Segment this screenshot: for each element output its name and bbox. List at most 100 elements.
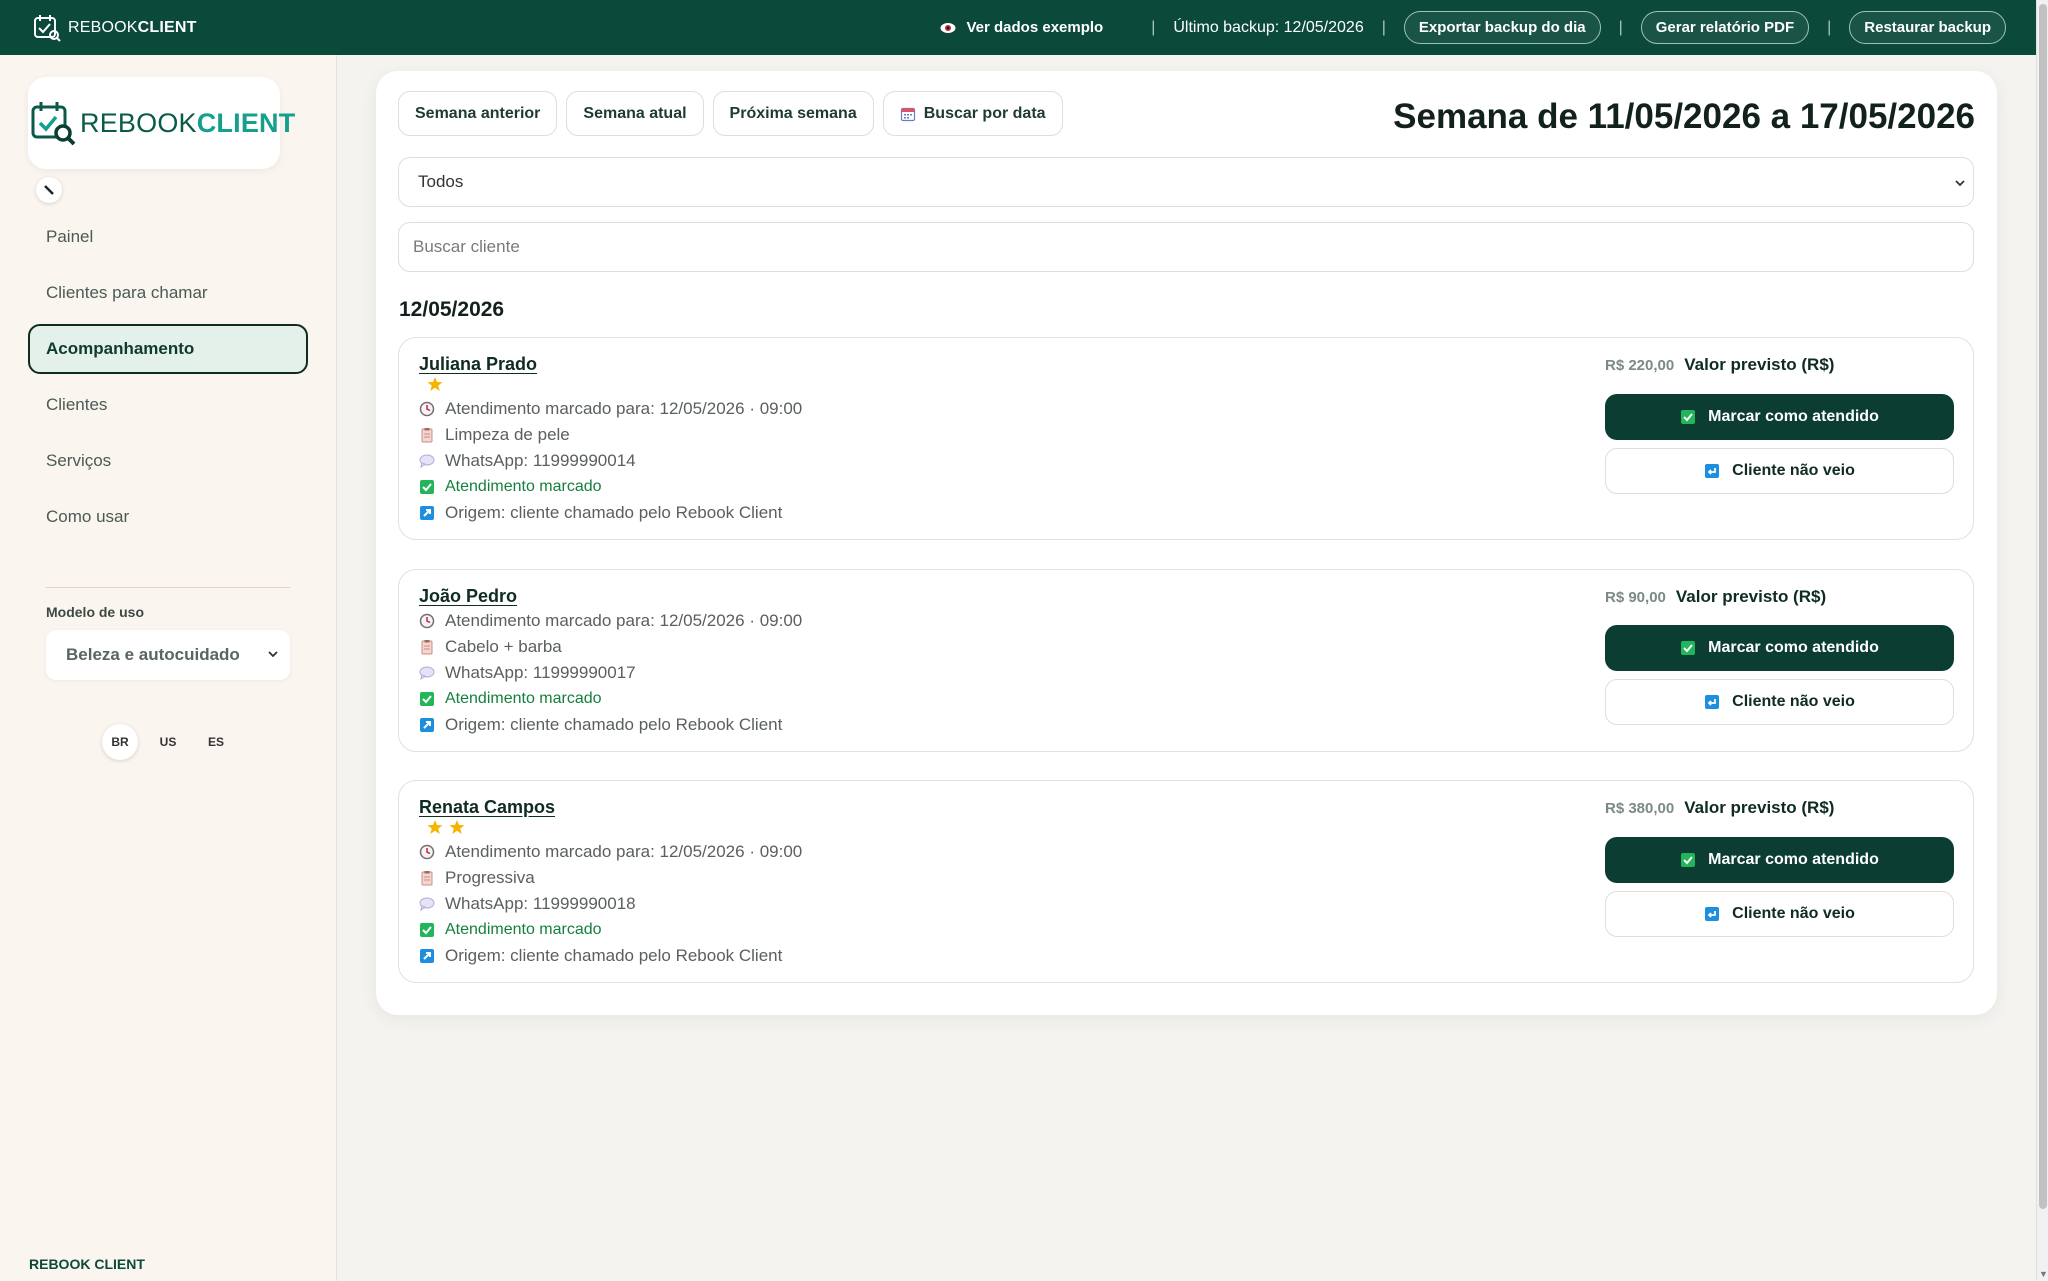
status-text: Atendimento marcado xyxy=(445,690,602,707)
appointment-text: Atendimento marcado para: 12/05/2026 · 0… xyxy=(445,611,803,630)
whatsapp-line: WhatsApp: 11999990014 xyxy=(419,448,802,474)
appointment-details: Atendimento marcado para: 12/05/2026 · 0… xyxy=(419,839,802,969)
service-text: Cabelo + barba xyxy=(445,637,562,656)
whatsapp-line: WhatsApp: 11999990018 xyxy=(419,891,802,917)
mark-attended-button[interactable]: Marcar como atendido xyxy=(1605,394,1954,440)
origin-text: Origem: cliente chamado pelo Rebook Clie… xyxy=(445,503,783,522)
origin-line: Origem: cliente chamado pelo Rebook Clie… xyxy=(419,943,802,969)
sidebar-item-como-usar[interactable]: Como usar xyxy=(28,492,308,542)
expected-value-label: Valor previsto (R$) xyxy=(1675,587,1827,606)
mark-attended-button[interactable]: Marcar como atendido xyxy=(1605,837,1954,883)
view-demo-data-label: Ver dados exemplo xyxy=(966,19,1104,36)
status-text: Atendimento marcado xyxy=(445,921,602,938)
expected-value-label: Valor previsto (R$) xyxy=(1684,355,1835,374)
language-us[interactable]: US xyxy=(150,724,186,760)
generate-pdf-button[interactable]: Gerar relatório PDF xyxy=(1640,11,1810,44)
chevron-down-icon xyxy=(1953,175,1967,195)
clock-icon xyxy=(419,844,435,860)
sidebar-item-clientes[interactable]: Clientes xyxy=(28,380,308,430)
language-switcher: BR US ES xyxy=(102,724,234,760)
search-by-date-button[interactable]: Buscar por data xyxy=(882,91,1063,136)
appointment-card: Renata Campos Atendimento marcado para: … xyxy=(398,780,1974,983)
return-arrow-icon xyxy=(1704,694,1720,710)
status-filter-value: Todos xyxy=(418,172,464,191)
arrow-up-right-icon xyxy=(419,948,435,964)
search-client-input[interactable] xyxy=(398,222,1974,272)
clipboard-icon xyxy=(419,870,435,886)
star-icon xyxy=(427,376,443,392)
sidebar-item-servicos[interactable]: Serviços xyxy=(28,436,308,486)
appointment-line: Atendimento marcado para: 12/05/2026 · 0… xyxy=(419,608,802,634)
check-box-icon xyxy=(1680,852,1696,868)
appointment-line: Atendimento marcado para: 12/05/2026 · 0… xyxy=(419,396,802,422)
scrollbar-thumb[interactable] xyxy=(2039,4,2047,1209)
service-line: Cabelo + barba xyxy=(419,634,802,660)
appointment-card: João Pedro Atendimento marcado para: 12/… xyxy=(398,569,1974,752)
pencil-icon xyxy=(43,184,55,196)
logo-card: REBOOKCLIENT xyxy=(28,77,295,169)
status-filter-select[interactable]: Todos xyxy=(398,157,1974,207)
client-no-show-button[interactable]: Cliente não veio xyxy=(1605,448,1954,494)
eye-icon xyxy=(940,20,956,36)
arrow-up-right-icon xyxy=(419,505,435,521)
origin-text: Origem: cliente chamado pelo Rebook Clie… xyxy=(445,946,783,965)
week-navigation: Semana anterior Semana atual Próxima sem… xyxy=(398,91,1063,136)
logo-calendar-search-icon xyxy=(30,99,78,147)
next-week-button[interactable]: Próxima semana xyxy=(712,91,874,136)
origin-line: Origem: cliente chamado pelo Rebook Clie… xyxy=(419,500,802,526)
origin-text: Origem: cliente chamado pelo Rebook Clie… xyxy=(445,715,783,734)
scroll-down-arrow-icon[interactable]: ▼ xyxy=(2039,1269,2048,1279)
clock-icon xyxy=(419,401,435,417)
tracking-panel: Semana anterior Semana atual Próxima sem… xyxy=(376,71,1997,1015)
restore-backup-button[interactable]: Restaurar backup xyxy=(1849,11,2006,44)
previous-week-button[interactable]: Semana anterior xyxy=(398,91,558,136)
sidebar-nav: Painel Clientes para chamar Acompanhamen… xyxy=(28,212,308,548)
language-br[interactable]: BR xyxy=(102,724,138,760)
client-no-show-label: Cliente não veio xyxy=(1732,462,1855,479)
sidebar-item-clientes-para-chamar[interactable]: Clientes para chamar xyxy=(28,268,308,318)
page-scrollbar[interactable]: ▼ xyxy=(2036,0,2048,1281)
sidebar-item-acompanhamento[interactable]: Acompanhamento xyxy=(28,324,308,374)
speech-bubble-icon xyxy=(419,453,435,469)
language-es[interactable]: ES xyxy=(198,724,234,760)
service-line: Limpeza de pele xyxy=(419,422,802,448)
check-box-icon xyxy=(1680,409,1696,425)
logo-text: REBOOKCLIENT xyxy=(80,107,296,138)
mark-attended-button[interactable]: Marcar como atendido xyxy=(1605,625,1954,671)
clipboard-icon xyxy=(419,639,435,655)
return-arrow-icon xyxy=(1704,906,1720,922)
check-box-icon xyxy=(419,922,435,938)
sidebar-item-painel[interactable]: Painel xyxy=(28,212,308,262)
client-name[interactable]: Juliana Prado xyxy=(419,354,537,375)
status-text: Atendimento marcado xyxy=(445,478,602,495)
check-box-icon xyxy=(1680,640,1696,656)
export-backup-button[interactable]: Exportar backup do dia xyxy=(1403,11,1601,44)
appointment-card: Juliana Prado Atendimento marcado para: … xyxy=(398,337,1974,540)
status-line: Atendimento marcado xyxy=(419,474,802,500)
separator: | xyxy=(1618,18,1623,36)
client-no-show-button[interactable]: Cliente não veio xyxy=(1605,679,1954,725)
top-bar: REBOOKCLIENT Ver dados exemplo | Último … xyxy=(0,0,2036,55)
view-demo-data-link[interactable]: Ver dados exemplo xyxy=(940,19,1103,36)
current-week-button[interactable]: Semana atual xyxy=(566,91,704,136)
last-backup-status: Último backup: 12/05/2026 xyxy=(1173,18,1364,36)
speech-bubble-icon xyxy=(419,665,435,681)
expected-value: R$ 380,00 Valor previsto (R$) xyxy=(1605,798,1834,818)
client-name[interactable]: Renata Campos xyxy=(419,797,555,818)
appointment-line: Atendimento marcado para: 12/05/2026 · 0… xyxy=(419,839,802,865)
client-no-show-button[interactable]: Cliente não veio xyxy=(1605,891,1954,937)
edit-logo-button[interactable] xyxy=(36,177,62,203)
date-heading: 12/05/2026 xyxy=(399,298,505,321)
search-by-date-label: Buscar por data xyxy=(923,104,1046,122)
speech-bubble-icon xyxy=(419,896,435,912)
status-line: Atendimento marcado xyxy=(419,917,802,943)
star-icon xyxy=(427,819,443,835)
topbar-brand-text: REBOOKCLIENT xyxy=(68,18,197,36)
client-no-show-label: Cliente não veio xyxy=(1732,905,1855,922)
week-title: Semana de 11/05/2026 a 17/05/2026 xyxy=(1393,97,1975,136)
client-name[interactable]: João Pedro xyxy=(419,586,517,607)
model-select[interactable]: Beleza e autocuidado xyxy=(46,630,290,680)
service-line: Progressiva xyxy=(419,865,802,891)
check-box-icon xyxy=(419,691,435,707)
appointment-details: Atendimento marcado para: 12/05/2026 · 0… xyxy=(419,396,802,526)
